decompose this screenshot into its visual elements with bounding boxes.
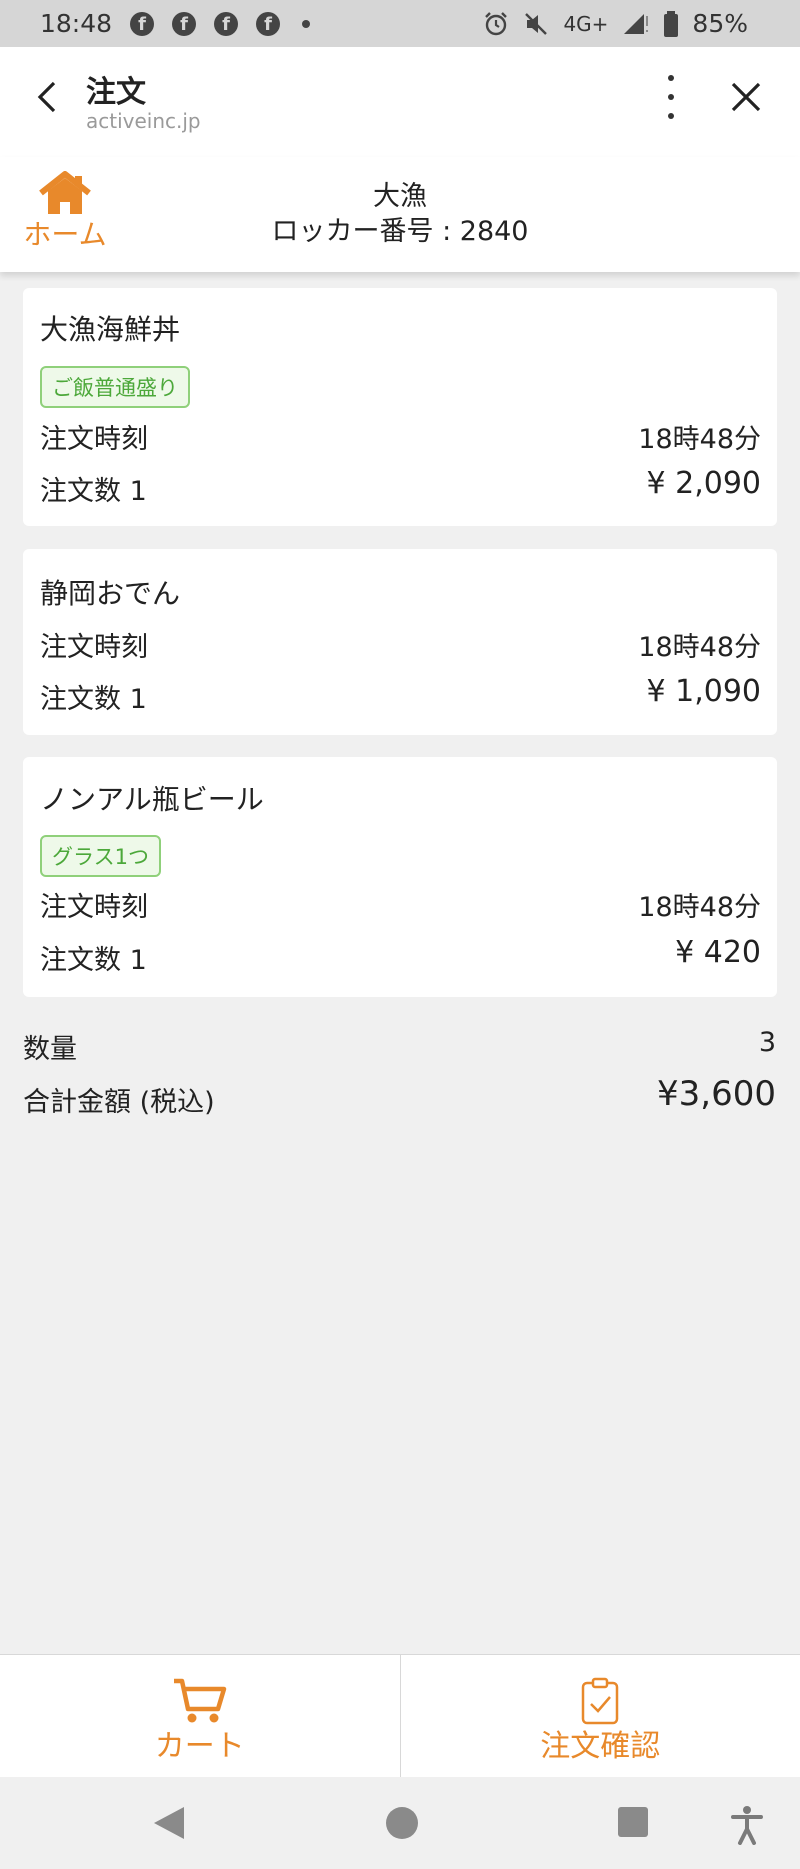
- battery-level: 85%: [692, 9, 748, 38]
- item-price: ¥ 420: [675, 935, 761, 970]
- order-qty: 注文数 1: [40, 684, 147, 715]
- item-name: 静岡おでん: [40, 577, 181, 610]
- cart-label: カート: [154, 1729, 245, 1764]
- system-recents-icon[interactable]: [616, 1805, 650, 1839]
- bottom-navigation: カート 注文確認: [0, 1654, 800, 1778]
- status-time: 18:48: [40, 9, 113, 38]
- status-bar: 18:48 f f f f 4G+ 85%: [0, 0, 800, 47]
- item-price: ¥ 1,090: [646, 674, 761, 709]
- facebook-icon: f: [256, 11, 281, 36]
- order-qty: 注文数 1: [40, 945, 147, 976]
- item-name: ノンアル瓶ビール: [40, 783, 264, 816]
- order-time-label: 注文時刻: [40, 632, 148, 663]
- quantity-value: 3: [758, 1027, 776, 1058]
- item-price: ¥ 2,090: [646, 466, 761, 501]
- order-time-label: 注文時刻: [40, 424, 148, 455]
- browser-title: 注文: [86, 75, 146, 110]
- more-notifications-dot: [302, 19, 311, 28]
- accessibility-icon[interactable]: [730, 1805, 764, 1845]
- total-value: ¥3,600: [657, 1074, 776, 1114]
- order-qty: 注文数 1: [40, 476, 147, 507]
- system-navigation-bar: [0, 1777, 800, 1869]
- shop-name: 大漁: [373, 181, 427, 212]
- order-time: 18時48分: [638, 892, 761, 923]
- order-card: 大漁海鮮丼 ご飯普通盛り 注文時刻 18時48分 注文数 1 ¥ 2,090: [23, 288, 777, 526]
- quantity-label: 数量: [23, 1034, 77, 1065]
- browser-url: activeinc.jp: [86, 109, 201, 133]
- order-confirm-tab[interactable]: 注文確認: [399, 1655, 800, 1778]
- battery-icon: [664, 10, 679, 37]
- mute-icon: [525, 12, 548, 35]
- system-back-icon[interactable]: [152, 1805, 186, 1841]
- item-name: 大漁海鮮丼: [40, 313, 181, 346]
- network-type: 4G+: [563, 11, 609, 36]
- locker-number: ロッカー番号 : 2840: [271, 216, 529, 247]
- order-time-label: 注文時刻: [40, 892, 148, 923]
- alarm-icon: [485, 11, 508, 35]
- system-home-icon[interactable]: [384, 1805, 420, 1841]
- order-time: 18時48分: [638, 632, 761, 663]
- app-header: ホーム 大漁 ロッカー番号 : 2840: [0, 157, 800, 272]
- facebook-icon: f: [172, 11, 197, 36]
- close-icon[interactable]: [726, 77, 766, 117]
- total-label: 合計金額 (税込): [23, 1087, 215, 1118]
- back-arrow-icon[interactable]: [28, 77, 68, 117]
- cart-tab[interactable]: カート: [0, 1655, 400, 1778]
- facebook-icon: f: [130, 11, 155, 36]
- order-time: 18時48分: [638, 424, 761, 455]
- browser-toolbar: 注文 activeinc.jp: [0, 47, 800, 157]
- clipboard-check-icon: [582, 1677, 619, 1725]
- option-badge: グラス1つ: [40, 835, 161, 877]
- order-card: 静岡おでん 注文時刻 18時48分 注文数 1 ¥ 1,090: [23, 549, 777, 735]
- more-menu-icon[interactable]: [656, 75, 686, 119]
- signal-icon: [624, 13, 649, 34]
- facebook-icon: f: [214, 11, 239, 36]
- cart-icon: [173, 1678, 226, 1723]
- option-badge: ご飯普通盛り: [40, 366, 190, 408]
- order-card: ノンアル瓶ビール グラス1つ 注文時刻 18時48分 注文数 1 ¥ 420: [23, 757, 777, 997]
- order-confirm-label: 注文確認: [540, 1729, 661, 1764]
